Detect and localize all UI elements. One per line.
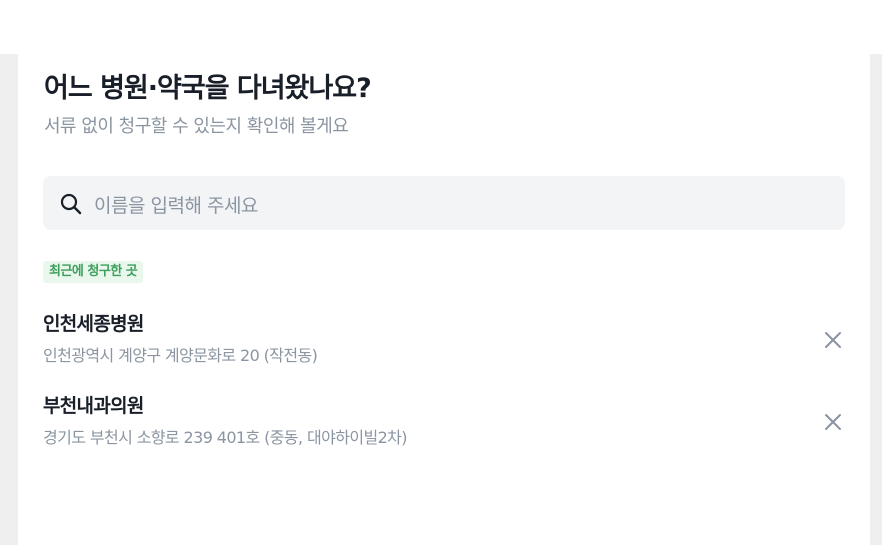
- recent-item[interactable]: 인천세종병원 인천광역시 계양구 계양문화로 20 (작전동): [43, 309, 846, 371]
- search-icon: [60, 193, 82, 215]
- page-title: 어느 병원·약국을 다녀왔나요?: [44, 73, 372, 104]
- recent-item-address: 인천광역시 계양구 계양문화로 20 (작전동): [43, 346, 318, 365]
- page-subtitle: 서류 없이 청구할 수 있는지 확인해 볼게요: [44, 116, 349, 137]
- content-panel: 어느 병원·약국을 다녀왔나요? 서류 없이 청구할 수 있는지 확인해 볼게요…: [18, 54, 870, 545]
- close-icon[interactable]: [822, 411, 844, 433]
- recent-item-name: 부천내과의원: [43, 395, 144, 417]
- recent-item-address: 경기도 부천시 소향로 239 401호 (중동, 대야하이빌2차): [43, 428, 408, 447]
- recent-item-name: 인천세종병원: [43, 313, 144, 335]
- recent-item[interactable]: 부천내과의원 경기도 부천시 소향로 239 401호 (중동, 대야하이빌2차…: [43, 391, 846, 453]
- search-placeholder: 이름을 입력해 주세요: [94, 195, 258, 217]
- search-input[interactable]: 이름을 입력해 주세요: [43, 176, 845, 230]
- recent-badge: 최근에 청구한 곳: [43, 261, 144, 283]
- close-icon[interactable]: [822, 329, 844, 351]
- top-bar: [0, 0, 882, 54]
